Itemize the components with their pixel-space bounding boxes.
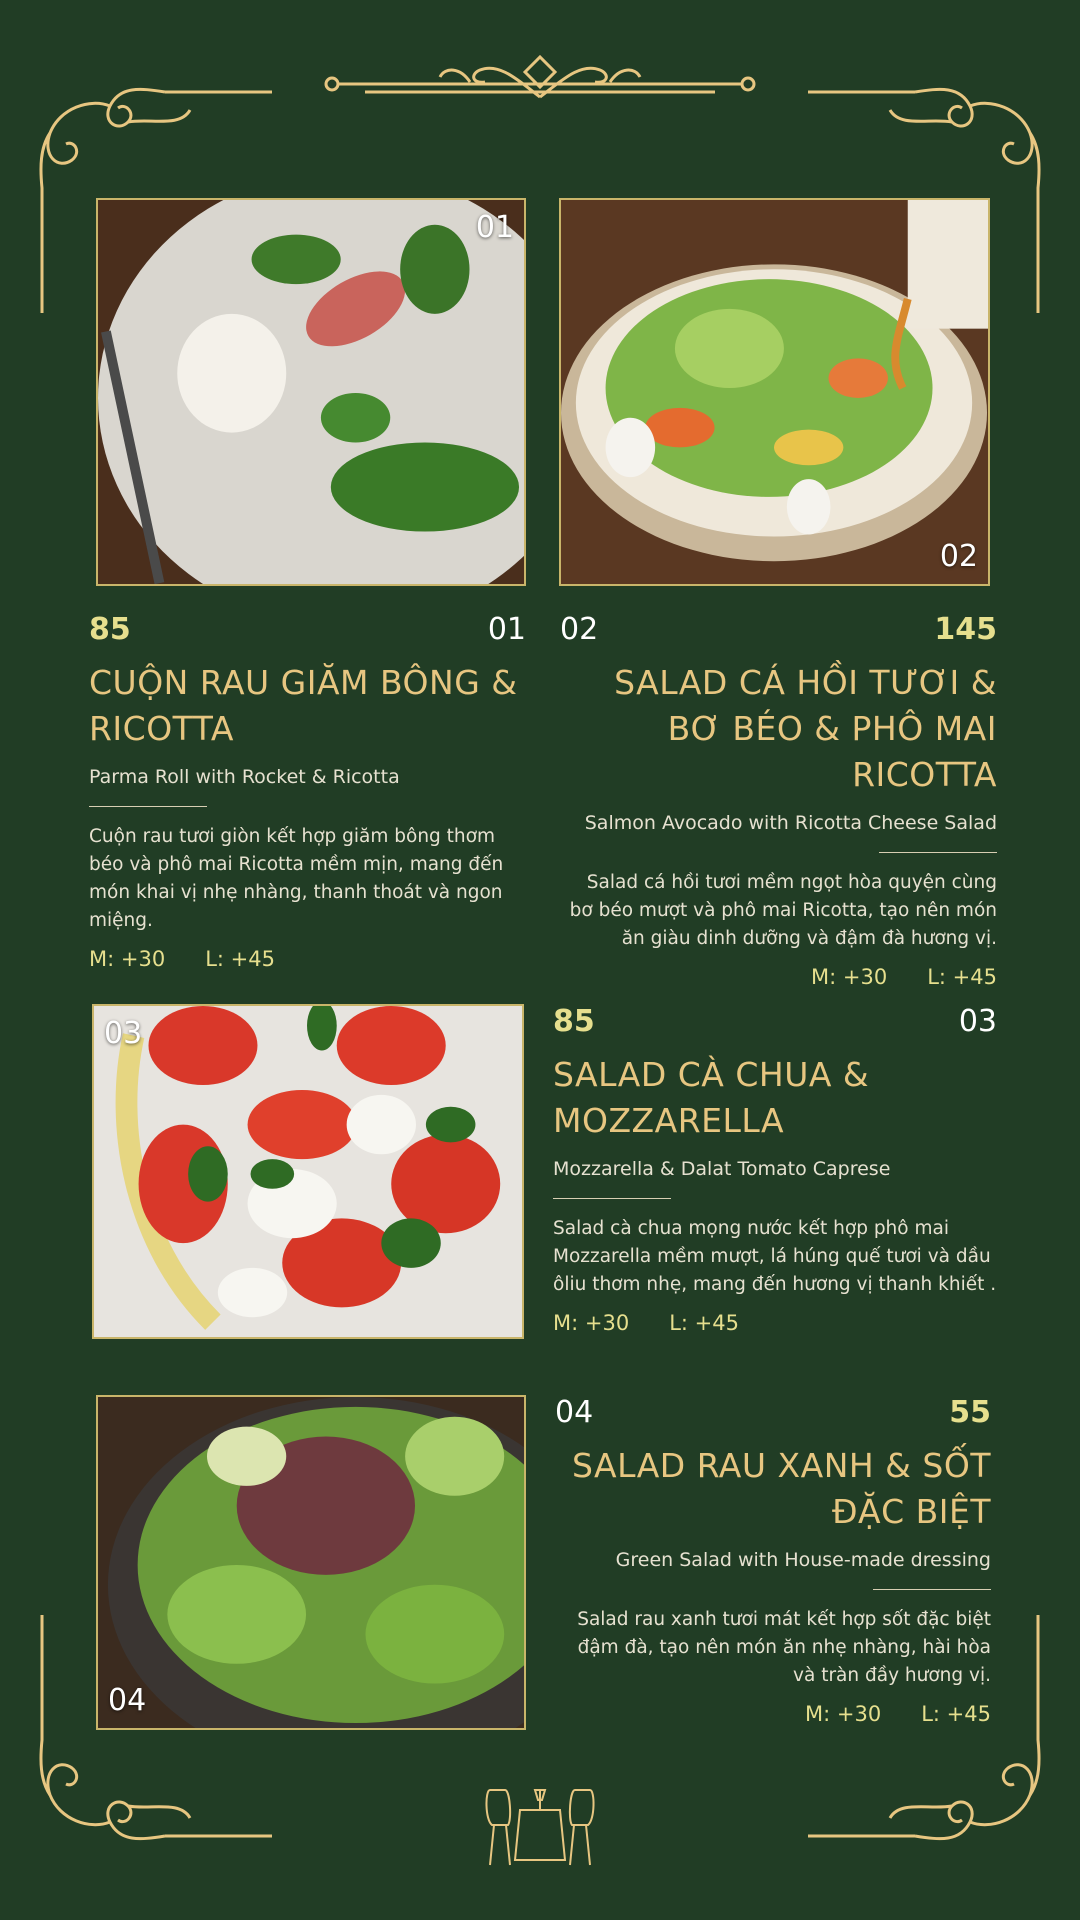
divider xyxy=(873,1589,991,1590)
item-number: 01 xyxy=(487,612,526,647)
menu-item-03: 85 03 SALAD CÀ CHUA & MOZZARELLA Mozzare… xyxy=(553,1004,997,1335)
item-description: Salad cá hồi tươi mềm ngọt hòa quyện cùn… xyxy=(569,872,997,949)
item-name: CUỘN RAU GIĂM BÔNG & RICOTTA xyxy=(89,663,518,748)
item-name: SALAD RAU XANH & SỐT ĐẶC BIỆT xyxy=(571,1446,991,1531)
divider xyxy=(89,806,207,807)
item-price: 55 xyxy=(949,1395,991,1430)
dish-photo-caprese: 03 xyxy=(92,1004,524,1339)
item-price: 145 xyxy=(934,612,997,647)
size-m-surcharge: M: +30 xyxy=(553,1311,630,1335)
size-m-surcharge: M: +30 xyxy=(805,1702,882,1726)
item-subtitle: Salmon Avocado with Ricotta Cheese Salad xyxy=(584,812,997,834)
dining-table-icon xyxy=(485,1789,595,1866)
photo-number: 02 xyxy=(939,539,978,574)
menu-item-04: 04 55 SALAD RAU XANH & SỐT ĐẶC BIỆT Gree… xyxy=(555,1395,991,1726)
menu-item-02: 02 145 SALAD CÁ HỒI TƯƠI & BƠ BÉO & PHÔ … xyxy=(560,612,997,989)
item-subtitle: Green Salad with House-made dressing xyxy=(615,1549,991,1571)
item-number: 02 xyxy=(560,612,599,647)
item-description: Cuộn rau tươi giòn kết hợp giăm bông thơ… xyxy=(89,826,504,931)
photo-number: 01 xyxy=(475,210,514,245)
menu-item-01: 85 01 CUỘN RAU GIĂM BÔNG & RICOTTA Parma… xyxy=(89,612,526,971)
item-number: 04 xyxy=(555,1395,594,1430)
size-l-surcharge: L: +45 xyxy=(921,1702,991,1726)
item-name: SALAD CÁ HỒI TƯƠI & BƠ BÉO & PHÔ MAI RIC… xyxy=(614,663,997,794)
item-description: Salad rau xanh tươi mát kết hợp sốt đặc … xyxy=(577,1609,991,1686)
size-l-surcharge: L: +45 xyxy=(205,947,275,971)
item-name: SALAD CÀ CHUA & MOZZARELLA xyxy=(553,1055,870,1140)
size-l-surcharge: L: +45 xyxy=(669,1311,739,1335)
item-description: Salad cà chua mọng nước kết hợp phô mai … xyxy=(553,1218,997,1295)
size-m-surcharge: M: +30 xyxy=(89,947,166,971)
top-divider-ornament xyxy=(324,54,756,99)
photo-number: 04 xyxy=(108,1683,147,1718)
item-subtitle: Mozzarella & Dalat Tomato Caprese xyxy=(553,1158,891,1180)
dish-photo-salmon-avocado: 02 xyxy=(559,198,990,586)
size-l-surcharge: L: +45 xyxy=(927,965,997,989)
divider xyxy=(879,852,997,853)
size-m-surcharge: M: +30 xyxy=(811,965,888,989)
dish-photo-green-salad: 04 xyxy=(96,1395,526,1730)
item-subtitle: Parma Roll with Rocket & Ricotta xyxy=(89,766,400,788)
photo-number: 03 xyxy=(104,1016,143,1051)
item-number: 03 xyxy=(958,1004,997,1039)
item-price: 85 xyxy=(89,612,131,647)
item-price: 85 xyxy=(553,1004,595,1039)
dish-photo-parma-roll: 01 xyxy=(96,198,526,586)
divider xyxy=(553,1198,671,1199)
